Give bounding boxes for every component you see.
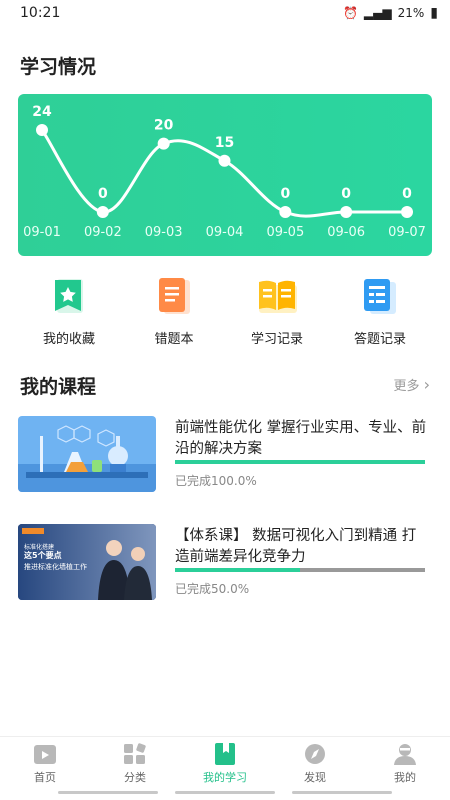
category-grid-icon: [123, 743, 147, 765]
more-label: 更多: [393, 379, 420, 394]
data-label: 0: [98, 186, 108, 202]
status-icons: ⏰ ▂▄▆ 21% ▮: [343, 5, 438, 21]
data-point[interactable]: [157, 137, 170, 150]
status-time: 10:21: [20, 5, 61, 21]
study-record-label: 学习记录: [250, 332, 303, 347]
x-tick-label: 09-06: [327, 225, 365, 240]
compass-icon: [303, 743, 327, 765]
tab-category[interactable]: 分类: [95, 743, 175, 785]
data-label: 0: [280, 186, 290, 202]
course-title: 【体系课】 数据可视化入门到精通 打造前端差异化竞争力: [175, 528, 417, 565]
wrong-questions-button[interactable]: 错题本: [124, 276, 224, 347]
line-chart: 24 09-01 0 09-02 20 09-03 15 09-04 0 09-05 0 09-06 0…: [23, 104, 426, 240]
gesture-bar: [175, 791, 275, 794]
more-courses-link[interactable]: 更多 ›: [393, 375, 430, 394]
tab-home-label: 首页: [34, 771, 56, 784]
home-icon: [33, 743, 57, 765]
tab-category-label: 分类: [124, 771, 146, 784]
learning-title: 学习情况: [20, 56, 97, 78]
x-tick-label: 09-03: [145, 225, 183, 240]
study-bookmark-icon: [213, 743, 237, 765]
data-point[interactable]: [96, 206, 109, 218]
course-card[interactable]: 标准化搭建 这5个要点 推进标准化墙植工作 【体系课】 数据可视化入门到精通 打…: [18, 524, 432, 604]
battery-icon: ▮: [430, 5, 438, 21]
x-tick-label: 09-05: [266, 225, 304, 240]
bottom-tab-bar: 首页 分类 我的学习 发现 我的: [0, 736, 450, 788]
courses-title: 我的课程: [20, 376, 97, 398]
data-point[interactable]: [36, 124, 48, 136]
favorites-button[interactable]: 我的收藏: [19, 276, 119, 347]
data-label: 24: [32, 104, 52, 120]
progress-fill: [175, 568, 300, 572]
chevron-right-icon: ›: [423, 375, 430, 394]
thumb-text-2: 这5个要点: [24, 551, 62, 560]
tab-my-study-label: 我的学习: [203, 771, 247, 784]
progress-text: 已完成100.0%: [175, 474, 257, 488]
answer-record-label: 答题记录: [353, 332, 406, 347]
tab-discover[interactable]: 发现: [275, 743, 355, 785]
wrong-questions-label: 错题本: [154, 332, 194, 347]
tab-mine-label: 我的: [394, 771, 416, 784]
data-point[interactable]: [401, 206, 413, 218]
tab-my-study[interactable]: 我的学习: [185, 743, 265, 785]
progress-fill: [175, 460, 425, 464]
data-point[interactable]: [279, 206, 292, 218]
x-tick-label: 09-01: [23, 225, 61, 240]
signal-icon: ▂▄▆: [363, 6, 392, 20]
battery-percent: 21%: [397, 6, 425, 20]
progress-track: [175, 568, 425, 572]
open-book-icon: [257, 276, 297, 316]
status-bar: 10:21 ⏰ ▂▄▆ 21% ▮: [0, 0, 450, 26]
tab-mine[interactable]: 我的: [365, 743, 445, 785]
tab-home[interactable]: 首页: [5, 743, 85, 785]
star-bookmark-icon: [49, 276, 89, 316]
alarm-icon: ⏰: [342, 6, 358, 20]
data-label: 15: [215, 135, 234, 151]
tab-discover-label: 发现: [304, 771, 326, 784]
course-card[interactable]: 前端性能优化 掌握行业实用、专业、前沿的解决方案 已完成100.0%: [18, 416, 432, 496]
learning-chart: 24 09-01 0 09-02 20 09-03 15 09-04 0 09-05 0 09-06 0…: [18, 94, 432, 256]
x-tick-label: 09-04: [206, 225, 244, 240]
study-record-button[interactable]: 学习记录: [227, 276, 327, 347]
data-label: 0: [341, 186, 351, 202]
course-title: 前端性能优化 掌握行业实用、专业、前沿的解决方案: [175, 420, 427, 457]
thumb-text-3: 推进标准化墙植工作: [24, 563, 87, 571]
user-icon: [393, 743, 417, 765]
data-point[interactable]: [340, 206, 353, 218]
x-tick-label: 09-02: [84, 225, 122, 240]
answer-sheet-icon: [360, 276, 400, 316]
progress-text: 已完成50.0%: [175, 582, 250, 596]
course-thumbnail-presenters: 标准化搭建 这5个要点 推进标准化墙植工作: [18, 524, 156, 600]
gesture-bar: [58, 791, 158, 794]
course-thumbnail-lab: [18, 416, 156, 492]
x-tick-label: 09-07: [388, 225, 426, 240]
notebook-icon: [154, 276, 194, 316]
progress-track: [175, 460, 425, 464]
favorites-label: 我的收藏: [42, 332, 95, 347]
data-label: 20: [154, 118, 174, 134]
gesture-bar: [292, 791, 392, 794]
data-label: 0: [402, 186, 412, 202]
data-point[interactable]: [218, 154, 231, 167]
quick-actions: 我的收藏 错题本 学习记录 答题记录: [0, 276, 450, 347]
answer-record-button[interactable]: 答题记录: [330, 276, 430, 347]
